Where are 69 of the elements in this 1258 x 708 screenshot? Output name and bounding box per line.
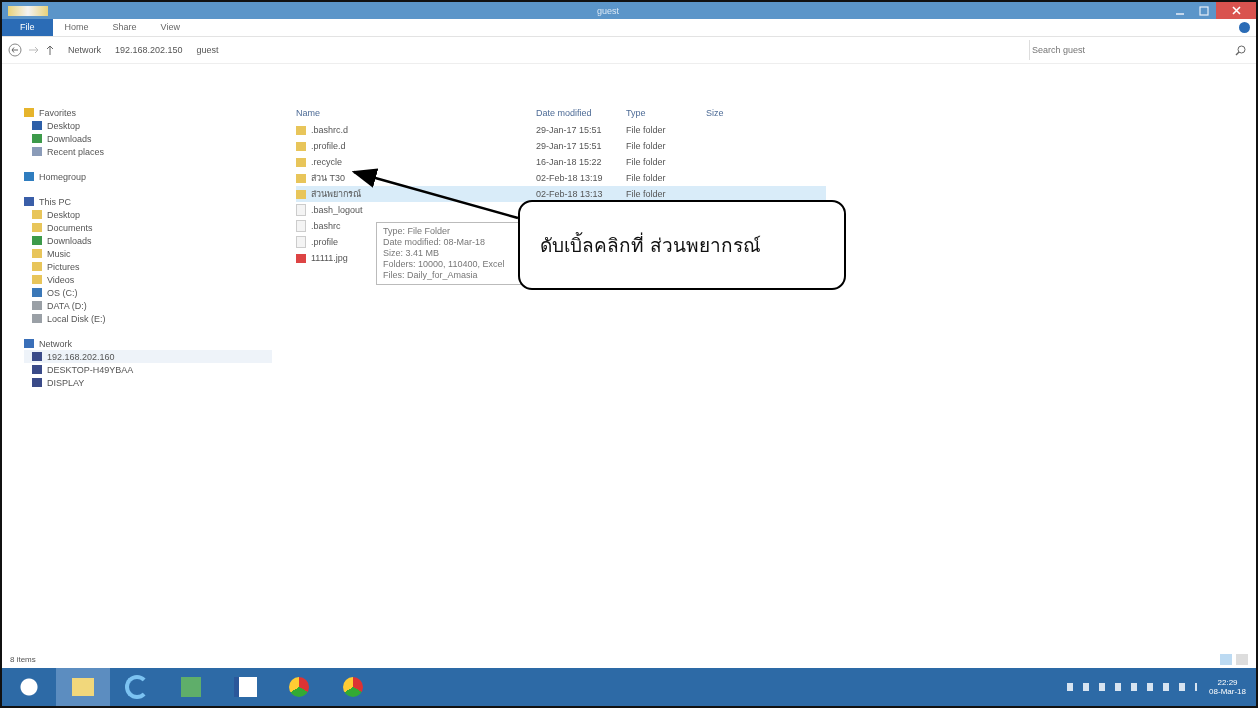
column-header[interactable]: Date modified: [536, 108, 626, 118]
file-row[interactable]: .bashrc: [296, 218, 345, 234]
sidebar-item[interactable]: Recent places: [24, 145, 272, 158]
type-cell: File folder: [626, 189, 666, 199]
type-cell: File folder: [626, 125, 666, 135]
sidebar-item[interactable]: Pictures: [24, 260, 272, 273]
sidebar-item[interactable]: Documents: [24, 221, 272, 234]
breadcrumb-item[interactable]: 192.168.202.150: [115, 45, 183, 55]
file-row[interactable]: .bash_logout: [296, 202, 367, 218]
column-header[interactable]: Name: [296, 108, 536, 118]
ribbon-tab[interactable]: View: [148, 19, 192, 36]
sidebar-item[interactable]: Desktop: [24, 119, 272, 132]
sidebar-item[interactable]: Desktop: [24, 208, 272, 221]
breadcrumb-item[interactable]: Network: [68, 45, 101, 55]
sidebar-item[interactable]: OS (C:): [24, 286, 272, 299]
sidebar-group[interactable]: This PC: [24, 195, 272, 208]
file-name: .bashrc: [311, 221, 341, 231]
file-name: .profile: [311, 237, 338, 247]
type-cell: File folder: [626, 141, 666, 151]
file-name: .bash_logout: [311, 205, 363, 215]
sidebar-item[interactable]: Videos: [24, 273, 272, 286]
sidebar-item[interactable]: 192.168.202.160: [24, 350, 272, 363]
column-header[interactable]: Type: [626, 108, 706, 118]
sidebar-item[interactable]: Local Disk (E:): [24, 312, 272, 325]
tooltip-line: Files: Daily_for_Amasia: [383, 270, 479, 281]
file-name: .bashrc.d: [311, 125, 349, 135]
file-name: .profile.d: [311, 141, 346, 151]
sidebar-item[interactable]: Music: [24, 247, 272, 260]
date-cell: 16-Jan-18 15:22: [536, 157, 602, 167]
clock-time: 22:29: [1217, 678, 1238, 687]
window-title: guest: [596, 5, 620, 16]
sidebar-item[interactable]: DESKTOP-H49YBAA: [24, 363, 272, 376]
date-cell: 02-Feb-18 13:19: [536, 173, 603, 183]
file-row[interactable]: .bashrc.d 29-Jan-17 15:51 File folder: [296, 122, 826, 138]
file-name: .recycle: [311, 157, 342, 167]
sidebar-item[interactable]: Downloads: [24, 132, 272, 145]
file-row[interactable]: ส่วนพยากรณ์ 02-Feb-18 13:13 File folder: [296, 186, 826, 202]
tooltip-line: Type: File Folder: [383, 226, 452, 237]
type-cell: File folder: [626, 173, 666, 183]
sidebar-group[interactable]: Homegroup: [24, 170, 272, 183]
file-row[interactable]: ส่วน T30 02-Feb-18 13:19 File folder: [296, 170, 826, 186]
address-bar[interactable]: Network 192.168.202.150 guest: [60, 40, 1023, 60]
file-row[interactable]: 11111.jpg: [296, 250, 352, 266]
column-header[interactable]: Size: [706, 108, 766, 118]
callout-text: ดับเบิ้ลคลิกที่ ส่วนพยากรณ์: [540, 234, 762, 256]
sidebar-group[interactable]: Network: [24, 337, 272, 350]
file-row[interactable]: .profile.d 29-Jan-17 15:51 File folder: [296, 138, 826, 154]
tooltip-line: Folders: 10000, 110400, Excel: [383, 259, 506, 270]
ribbon-tab[interactable]: File: [2, 19, 53, 36]
file-name: ส่วน T30: [311, 172, 345, 185]
date-cell: 02-Feb-18 13:13: [536, 189, 603, 199]
sidebar-item[interactable]: Downloads: [24, 234, 272, 247]
breadcrumb-item[interactable]: guest: [196, 45, 219, 55]
item-count: 8 items: [10, 654, 36, 664]
ribbon-tab[interactable]: Share: [100, 19, 149, 36]
file-name: 11111.jpg: [311, 253, 348, 263]
ribbon-tab[interactable]: Home: [52, 19, 101, 36]
file-name: ส่วนพยากรณ์: [311, 188, 361, 201]
file-row[interactable]: .profile: [296, 234, 342, 250]
date-cell: 29-Jan-17 15:51: [536, 141, 602, 151]
clock-date: 08-Mar-18: [1209, 687, 1246, 696]
date-cell: 29-Jan-17 15:51: [536, 125, 602, 135]
file-row[interactable]: .recycle 16-Jan-18 15:22 File folder: [296, 154, 826, 170]
sidebar-item[interactable]: DISPLAY: [24, 376, 272, 389]
sidebar-group[interactable]: Favorites: [24, 106, 272, 119]
tooltip-line: Date modified: 08-Mar-18: [383, 237, 487, 248]
sidebar-item[interactable]: DATA (D:): [24, 299, 272, 312]
type-cell: File folder: [626, 157, 666, 167]
tooltip-line: Size: 3.41 MB: [383, 248, 441, 259]
